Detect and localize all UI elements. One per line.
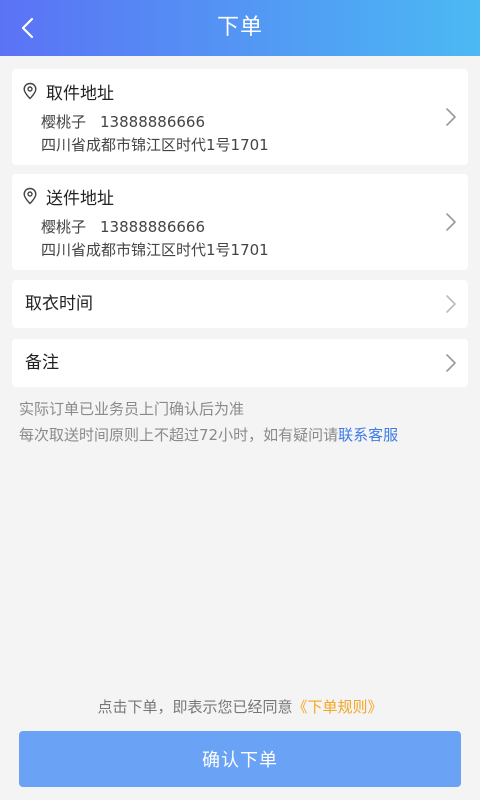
pickup-address-text: 四川省成都市锦江区时代1号1701 xyxy=(41,136,269,154)
order-page: 下单 取件地址 樱桃子 13888886666 四川省成都市锦江区时代1号1701… xyxy=(0,0,480,800)
note-line-1: 实际订单已业务员上门确认后为准 xyxy=(19,400,245,418)
order-rules-link[interactable]: 《下单规则》 xyxy=(293,698,383,716)
delivery-contact: 樱桃子 13888886666 xyxy=(41,216,205,237)
remark-row[interactable]: 备注 xyxy=(12,339,468,387)
confirm-order-button[interactable]: 确认下单 xyxy=(19,731,461,787)
pickup-contact: 樱桃子 13888886666 xyxy=(41,111,205,132)
page-title: 下单 xyxy=(216,15,263,40)
pickup-name: 樱桃子 xyxy=(41,113,87,131)
pickup-phone: 13888886666 xyxy=(100,113,205,131)
agreement-text: 点击下单，即表示您已经同意《下单规则》 xyxy=(0,696,480,720)
header-bar: 下单 xyxy=(0,0,480,56)
delivery-phone: 13888886666 xyxy=(100,218,205,236)
delivery-address-text: 四川省成都市锦江区时代1号1701 xyxy=(41,241,269,259)
remark-label: 备注 xyxy=(25,353,59,373)
pickup-address-header: 取件地址 xyxy=(22,79,114,104)
note-line-2: 每次取送时间原则上不超过72小时，如有疑问请联系客服 xyxy=(19,422,398,448)
chevron-right-icon xyxy=(446,213,456,231)
pickup-address-card[interactable]: 取件地址 樱桃子 13888886666 四川省成都市锦江区时代1号1701 xyxy=(12,69,468,165)
location-pin-icon xyxy=(23,82,37,100)
delivery-address-title: 送件地址 xyxy=(46,188,114,209)
chevron-right-icon xyxy=(446,108,456,126)
contact-service-link[interactable]: 联系客服 xyxy=(338,426,398,444)
note-line-2-text: 每次取送时间原则上不超过72小时，如有疑问请 xyxy=(19,426,339,444)
pickup-address-title: 取件地址 xyxy=(46,83,114,104)
location-pin-icon xyxy=(23,187,37,205)
delivery-address-header: 送件地址 xyxy=(22,184,114,209)
agreement-prefix: 点击下单，即表示您已经同意 xyxy=(97,698,293,716)
order-notes: 实际订单已业务员上门确认后为准 每次取送时间原则上不超过72小时，如有疑问请联系… xyxy=(19,396,398,448)
pickup-time-row[interactable]: 取衣时间 xyxy=(12,280,468,328)
chevron-right-icon xyxy=(446,295,456,313)
pickup-time-label: 取衣时间 xyxy=(25,294,93,314)
delivery-name: 樱桃子 xyxy=(41,218,87,236)
delivery-address-card[interactable]: 送件地址 樱桃子 13888886666 四川省成都市锦江区时代1号1701 xyxy=(12,174,468,270)
chevron-right-icon xyxy=(446,354,456,372)
